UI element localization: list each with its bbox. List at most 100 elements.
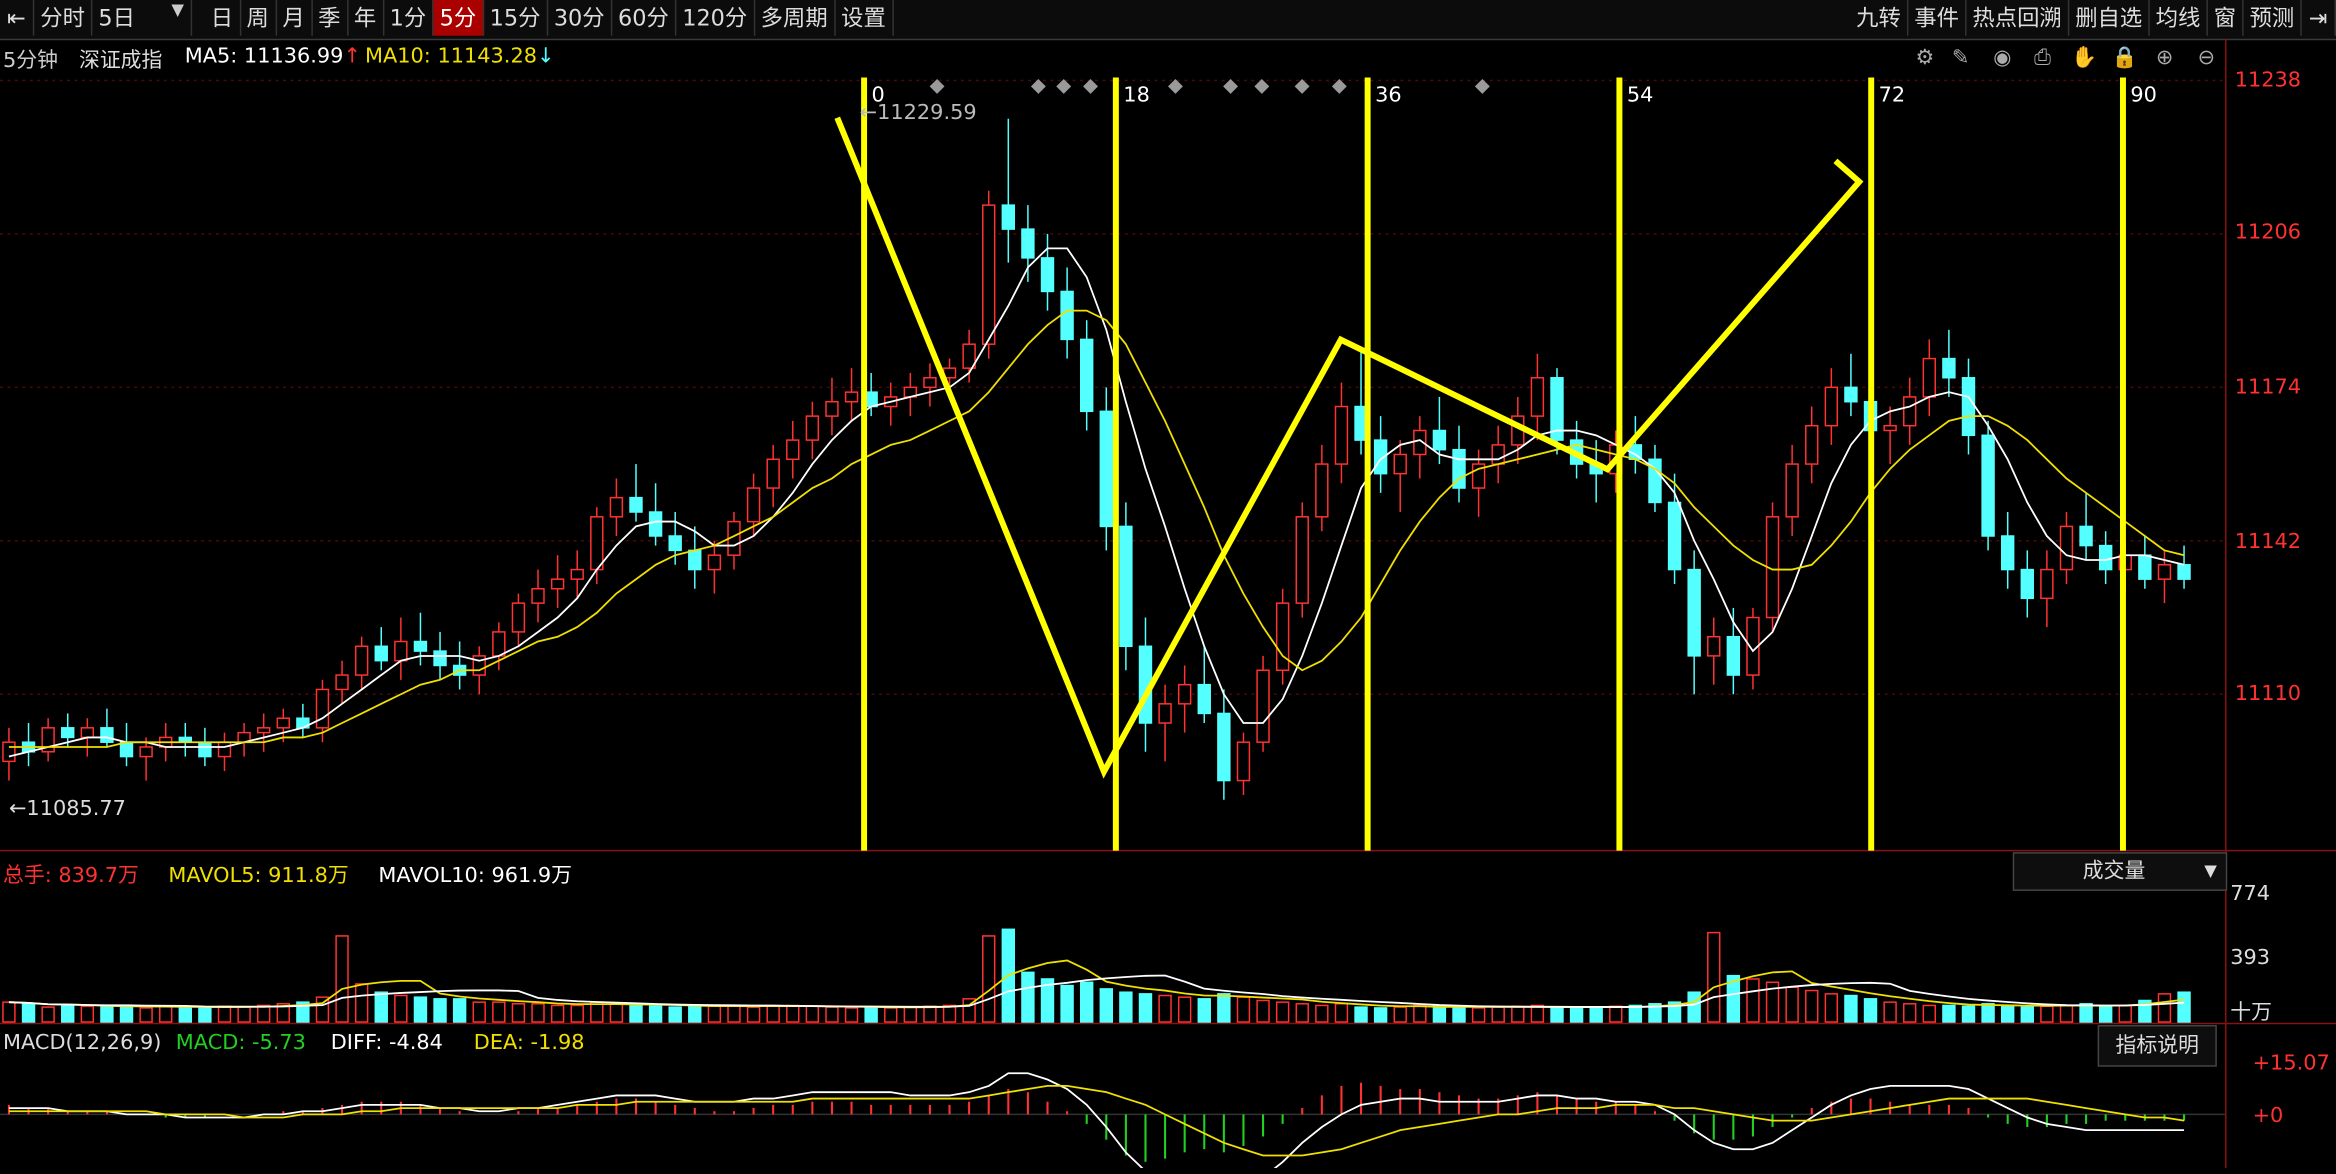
mavol5-readout: MAVOL5: 911.8万 <box>168 864 349 888</box>
period-tab[interactable]: 分时 <box>34 0 93 36</box>
print-icon[interactable]: ⎙ <box>2029 45 2056 72</box>
tool-tab[interactable]: 删自选 <box>2069 0 2150 36</box>
chart-svg[interactable] <box>0 38 2336 1174</box>
candle-body <box>1217 712 1231 782</box>
candle-body <box>982 204 996 345</box>
candle-body <box>394 640 408 662</box>
volume-bar <box>1099 988 1113 1023</box>
hand-icon[interactable]: ✋ <box>2071 45 2098 72</box>
volume-bar <box>1177 996 1192 1023</box>
volume-bar <box>1119 991 1133 1023</box>
candle-body <box>1432 429 1447 451</box>
zoom-in-icon[interactable]: ⊕ <box>2151 45 2178 72</box>
candle-body <box>570 568 584 580</box>
volume-bar <box>1863 998 1878 1023</box>
period-tab[interactable]: 设置 <box>835 0 894 36</box>
expand-left-icon[interactable]: ⇤ <box>0 0 35 36</box>
candle-body <box>1158 703 1172 724</box>
period-tab[interactable]: 1分 <box>384 0 434 36</box>
volume-bar <box>1197 998 1211 1023</box>
price-tick: 11110 <box>2234 682 2302 707</box>
period-tab[interactable]: 60分 <box>612 0 677 36</box>
volume-bar <box>2020 1006 2034 1023</box>
volume-bar <box>1315 1004 1329 1023</box>
tool-tab[interactable]: 预测 <box>2244 0 2302 36</box>
toolbar: ⇤ 分时 5日 ▼ 日周月季年 1分 5分 15分 30分 60分 120分 多周期 设置 九转 事件热… <box>0 0 2336 41</box>
volume-bar <box>746 1006 761 1023</box>
volume-bar <box>2098 1005 2113 1023</box>
candle-body <box>1197 683 1211 715</box>
volume-bar <box>1687 991 1701 1023</box>
volume-bar <box>805 1005 820 1023</box>
chevron-down-icon: ▼ <box>171 0 184 20</box>
diff-line <box>8 1072 2185 1174</box>
volume-bar <box>2000 1004 2015 1023</box>
macd-tick: +15.07 <box>2252 1051 2330 1076</box>
candle-body <box>1315 463 1329 518</box>
period-tab[interactable]: 年 <box>348 0 384 36</box>
indicator-explain-button[interactable]: 指标说明 <box>2097 1024 2217 1067</box>
candle-body <box>2059 525 2074 571</box>
tool-tab[interactable]: 事件 <box>1908 0 1967 36</box>
candle-body <box>354 645 369 676</box>
period-tab[interactable]: 30分 <box>548 0 613 36</box>
volume-bar <box>1217 993 1231 1023</box>
tool-tab[interactable]: 九转 <box>1850 0 1909 36</box>
pen-icon[interactable]: ✎ <box>1947 45 1974 72</box>
volume-bar <box>433 998 447 1023</box>
candle-body <box>1687 568 1701 657</box>
period-tabs: ⇤ 分时 5日 ▼ 日周月季年 1分 5分 15分 30分 60分 120分 多周期 设置 <box>0 0 894 39</box>
volume-bar <box>335 935 349 1023</box>
volume-bar <box>1530 1004 1545 1023</box>
candle-body <box>825 400 839 417</box>
expand-right-icon[interactable]: ⇥ <box>2302 0 2336 36</box>
volume-bar <box>1158 994 1172 1023</box>
indicator-select[interactable]: 成交量 ▼ <box>2012 852 2228 891</box>
period-tab[interactable]: 日 <box>205 0 241 36</box>
dea-line <box>8 1085 2185 1157</box>
period-tab[interactable]: 季 <box>312 0 348 36</box>
period-tab[interactable]: 5分 <box>433 0 484 36</box>
high-value: 11229.59 <box>877 101 977 126</box>
chart-area: 5分钟 深证成指 MA5: 11136.99↑ MA10: 11143.28↓ … <box>0 38 2336 1174</box>
lock-icon[interactable]: 🔒 <box>2111 45 2138 72</box>
tool-tab[interactable]: 热点回溯 <box>1966 0 2070 36</box>
low-value: 11085.77 <box>26 797 126 821</box>
settings-icon[interactable]: ⚙ <box>1911 45 1938 72</box>
tool-tabs: 九转 事件 热点回溯 删自选 均线窗预测 ⇥ <box>1850 0 2336 39</box>
volume-bar <box>786 1004 800 1023</box>
candle-body <box>1805 424 1819 465</box>
candle-body <box>315 688 330 729</box>
volume-bar <box>139 1007 153 1023</box>
candle-body <box>707 554 722 571</box>
volume-bar <box>1393 1006 1407 1023</box>
volume-bar <box>864 1006 878 1023</box>
zoom-out-icon[interactable]: ⊖ <box>2193 45 2220 72</box>
candle-body <box>1099 410 1113 528</box>
volume-bar <box>590 1001 604 1023</box>
ma5-line <box>8 247 2185 758</box>
candle-body <box>1707 635 1721 657</box>
count-label: 0 <box>871 83 885 108</box>
volume-bar <box>1589 1006 1603 1023</box>
count-label: 54 <box>1626 83 1654 108</box>
period-tab[interactable]: 周 <box>241 0 277 36</box>
period-tab[interactable]: 120分 <box>676 0 755 36</box>
tool-tab[interactable]: 窗 <box>2208 0 2244 36</box>
volume-bar <box>472 1001 486 1023</box>
volume-bar <box>1844 994 1858 1023</box>
period-tab[interactable]: 多周期 <box>755 0 836 36</box>
candle-body <box>2098 544 2113 571</box>
candle-body <box>844 391 859 403</box>
period-tab[interactable]: 15分 <box>484 0 548 36</box>
tool-tab[interactable]: 均线 <box>2150 0 2208 36</box>
macd-title: MACD(12,26,9) <box>2 1030 162 1055</box>
volume-bar <box>1903 1003 1917 1023</box>
eye-icon[interactable]: ◉ <box>1989 45 2016 72</box>
volume-bar <box>1569 1008 1584 1023</box>
price-tick: 11238 <box>2234 68 2302 93</box>
period-tab[interactable]: 月 <box>276 0 313 36</box>
volume-bar <box>2118 1004 2132 1023</box>
volume-bar <box>1432 1005 1447 1023</box>
volume-bar <box>727 1004 741 1023</box>
